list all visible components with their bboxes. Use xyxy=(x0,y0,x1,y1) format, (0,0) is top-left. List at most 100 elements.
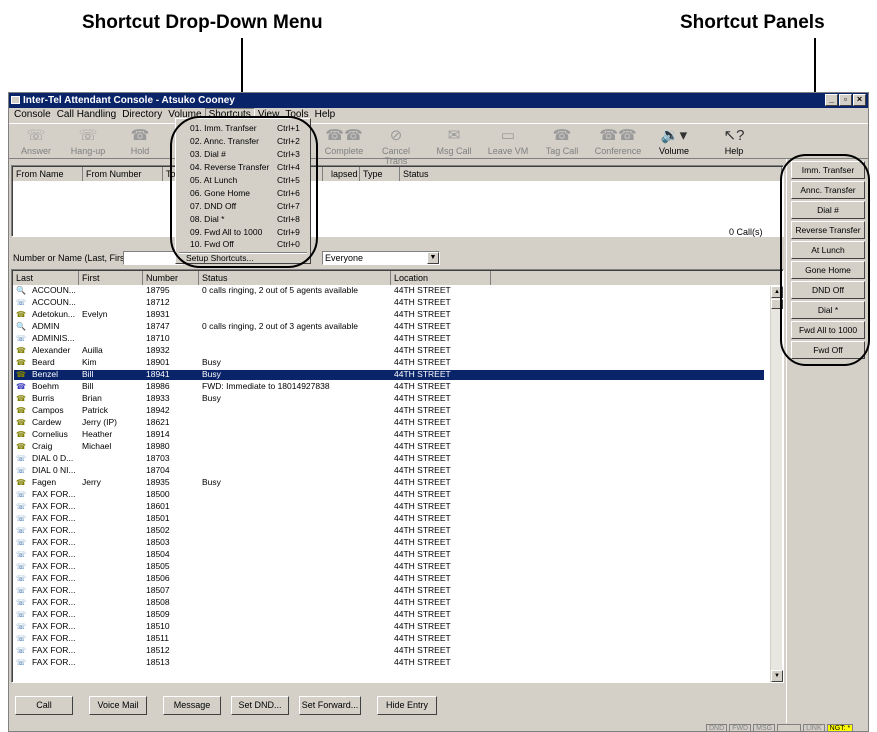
col-status[interactable]: Status xyxy=(400,167,782,181)
ext-icon: ☏ xyxy=(16,334,27,343)
table-row[interactable]: ☎ Fagen Jerry 18935 Busy 44TH STREET xyxy=(14,477,764,488)
table-row[interactable]: 🔍 ACCOUN... 18795 0 calls ringing, 2 out of… xyxy=(14,285,764,296)
filter-select[interactable]: Everyone ▼ xyxy=(322,251,440,265)
dd-item-03[interactable]: 03. Dial # Ctrl+3 xyxy=(190,149,310,160)
panel-dial-star[interactable]: Dial * xyxy=(791,301,865,319)
col-status[interactable]: Status xyxy=(199,271,391,285)
col-from-number[interactable]: From Number xyxy=(83,167,163,181)
complete-button[interactable]: ☎☎ Complete xyxy=(319,126,369,158)
scroll-thumb[interactable] xyxy=(771,299,783,309)
panel-fwd-off[interactable]: Fwd Off xyxy=(791,341,865,359)
table-row[interactable]: ☎ Adetokun... Evelyn 18931 44TH STREET xyxy=(14,309,764,320)
dd-item-04[interactable]: 04. Reverse Transfer Ctrl+4 xyxy=(190,162,310,173)
help-button[interactable]: ↖? Help xyxy=(709,126,759,158)
table-row[interactable]: ☏ DIAL 0 NI... 18704 44TH STREET xyxy=(14,465,764,476)
answer-button[interactable]: ☏ Answer xyxy=(11,126,61,158)
table-row[interactable]: ☏ FAX FOR... 18502 44TH STREET xyxy=(14,525,764,536)
menu-call-handling[interactable]: Call Handling xyxy=(54,108,119,122)
busy-icon: ☎ xyxy=(16,394,26,403)
hangup-button[interactable]: ☏ Hang-up xyxy=(63,126,113,158)
tag-call-button[interactable]: ☎ Tag Call xyxy=(537,126,587,158)
setup-shortcuts-item[interactable]: Setup Shortcuts... xyxy=(186,253,306,264)
table-row[interactable]: ☏ FAX FOR... 18505 44TH STREET xyxy=(14,561,764,572)
table-row[interactable]: ☏ DIAL 0 D... 18703 44TH STREET xyxy=(14,453,764,464)
table-row[interactable]: ☎ Alexander Auilla 18932 44TH STREET xyxy=(14,345,764,356)
minimize-button[interactable]: _ xyxy=(825,94,838,106)
voicemail-button[interactable]: Voice Mail xyxy=(89,696,147,715)
fwd-icon: ☎ xyxy=(16,382,26,391)
table-row[interactable]: ☏ FAX FOR... 18500 44TH STREET xyxy=(14,489,764,500)
table-row[interactable]: 🔍 ADMIN 18747 0 calls ringing, 2 out of 3 a… xyxy=(14,321,764,332)
table-row[interactable]: ☏ ADMINIS... 18710 44TH STREET xyxy=(14,333,764,344)
panel-at-lunch[interactable]: At Lunch xyxy=(791,241,865,259)
table-row[interactable]: ☏ FAX FOR... 18501 44TH STREET xyxy=(14,513,764,524)
dd-item-10[interactable]: 10. Fwd Off Ctrl+0 xyxy=(190,239,310,250)
menu-help[interactable]: Help xyxy=(312,108,339,122)
dd-item-07[interactable]: 07. DND Off Ctrl+7 xyxy=(190,201,310,212)
set-dnd-button[interactable]: Set DND... xyxy=(231,696,289,715)
calls-list[interactable]: From Name From Number To lapsed Type Sta… xyxy=(11,165,784,237)
table-row[interactable]: ☏ FAX FOR... 18511 44TH STREET xyxy=(14,633,764,644)
table-row[interactable]: ☏ ACCOUN... 18712 44TH STREET xyxy=(14,297,764,308)
panel-fwd-all-1000[interactable]: Fwd All to 1000 xyxy=(791,321,865,339)
volume-button[interactable]: 🔉▾ Volume xyxy=(649,126,699,158)
table-row[interactable]: ☎ Benzel Bill 18941 Busy 44TH STREET xyxy=(14,369,764,380)
hide-entry-button[interactable]: Hide Entry xyxy=(377,696,437,715)
panel-imm-transfer[interactable]: Imm. Tranfser xyxy=(791,161,865,179)
panel-dial-hash[interactable]: Dial # xyxy=(791,201,865,219)
maximize-button[interactable]: ▫ xyxy=(839,94,852,106)
dd-item-08[interactable]: 08. Dial * Ctrl+8 xyxy=(190,214,310,225)
table-row[interactable]: ☏ FAX FOR... 18504 44TH STREET xyxy=(14,549,764,560)
table-row[interactable]: ☏ FAX FOR... 18506 44TH STREET xyxy=(14,573,764,584)
call-button[interactable]: Call xyxy=(15,696,73,715)
dd-item-02[interactable]: 02. Annc. Transfer Ctrl+2 xyxy=(190,136,310,147)
panel-dnd-off[interactable]: DND Off xyxy=(791,281,865,299)
cancel-transfer-button[interactable]: ⊘ Cancel Trans xyxy=(371,126,421,166)
hold-button[interactable]: ☎ Hold xyxy=(115,126,165,158)
col-number[interactable]: Number xyxy=(143,271,199,285)
col-elapsed[interactable]: lapsed xyxy=(328,167,360,181)
chevron-down-icon[interactable]: ▼ xyxy=(427,252,439,264)
table-row[interactable]: ☏ FAX FOR... 18509 44TH STREET xyxy=(14,609,764,620)
dd-item-05[interactable]: 05. At Lunch Ctrl+5 xyxy=(190,175,310,186)
table-row[interactable]: ☎ Cornelius Heather 18914 44TH STREET xyxy=(14,429,764,440)
directory-list[interactable]: Last First Number Status Location 🔍 ACCOU… xyxy=(11,269,784,683)
message-button[interactable]: Message xyxy=(163,696,221,715)
panel-reverse-transfer[interactable]: Reverse Transfer xyxy=(791,221,865,239)
menu-directory[interactable]: Directory xyxy=(119,108,165,122)
conference-button[interactable]: ☎☎ Conference xyxy=(593,126,643,158)
table-row[interactable]: ☎ Burris Brian 18933 Busy 44TH STREET xyxy=(14,393,764,404)
table-row[interactable]: ☏ FAX FOR... 18507 44TH STREET xyxy=(14,585,764,596)
menu-console[interactable]: Console xyxy=(11,108,54,122)
table-row[interactable]: ☏ FAX FOR... 18503 44TH STREET xyxy=(14,537,764,548)
set-forward-button[interactable]: Set Forward... xyxy=(299,696,361,715)
col-last[interactable]: Last xyxy=(13,271,79,285)
col-type[interactable]: Type xyxy=(360,167,400,181)
panel-gone-home[interactable]: Gone Home xyxy=(791,261,865,279)
msg-call-button[interactable]: ✉ Msg Call xyxy=(429,126,479,158)
table-row[interactable]: ☏ FAX FOR... 18508 44TH STREET xyxy=(14,597,764,608)
dd-item-09[interactable]: 09. Fwd All to 1000 Ctrl+9 xyxy=(190,227,310,238)
table-row[interactable]: ☏ FAX FOR... 18512 44TH STREET xyxy=(14,645,764,656)
table-row[interactable]: ☎ Cardew Jerry (IP) 18621 44TH STREET xyxy=(14,417,764,428)
leave-vm-button[interactable]: ▭ Leave VM xyxy=(483,126,533,158)
search-input[interactable] xyxy=(123,251,183,265)
scroll-up-icon[interactable]: ▲ xyxy=(771,286,783,298)
panel-annc-transfer[interactable]: Annc. Transfer xyxy=(791,181,865,199)
table-row[interactable]: ☎ Boehm Bill 18986 FWD: Immediate to 1801492… xyxy=(14,381,764,392)
table-row[interactable]: ☎ Beard Kim 18901 Busy 44TH STREET xyxy=(14,357,764,368)
table-row[interactable]: ☏ FAX FOR... 18601 44TH STREET xyxy=(14,501,764,512)
table-row[interactable]: ☏ FAX FOR... 18513 44TH STREET xyxy=(14,657,764,668)
dd-item-06[interactable]: 06. Gone Home Ctrl+6 xyxy=(190,188,310,199)
col-first[interactable]: First xyxy=(79,271,143,285)
col-from-name[interactable]: From Name xyxy=(13,167,83,181)
col-location[interactable]: Location xyxy=(391,271,491,285)
table-row[interactable]: ☎ Campos Patrick 18942 44TH STREET xyxy=(14,405,764,416)
table-row[interactable]: ☎ Craig Michael 18980 44TH STREET xyxy=(14,441,764,452)
dd-item-01[interactable]: 01. Imm. Tranfser Ctrl+1 xyxy=(190,123,310,134)
close-button[interactable]: × xyxy=(853,94,866,106)
cell-location: 44TH STREET xyxy=(394,297,451,307)
table-row[interactable]: ☏ FAX FOR... 18510 44TH STREET xyxy=(14,621,764,632)
scroll-down-icon[interactable]: ▼ xyxy=(771,670,783,682)
vertical-scrollbar[interactable]: ▲ ▼ xyxy=(770,286,783,682)
